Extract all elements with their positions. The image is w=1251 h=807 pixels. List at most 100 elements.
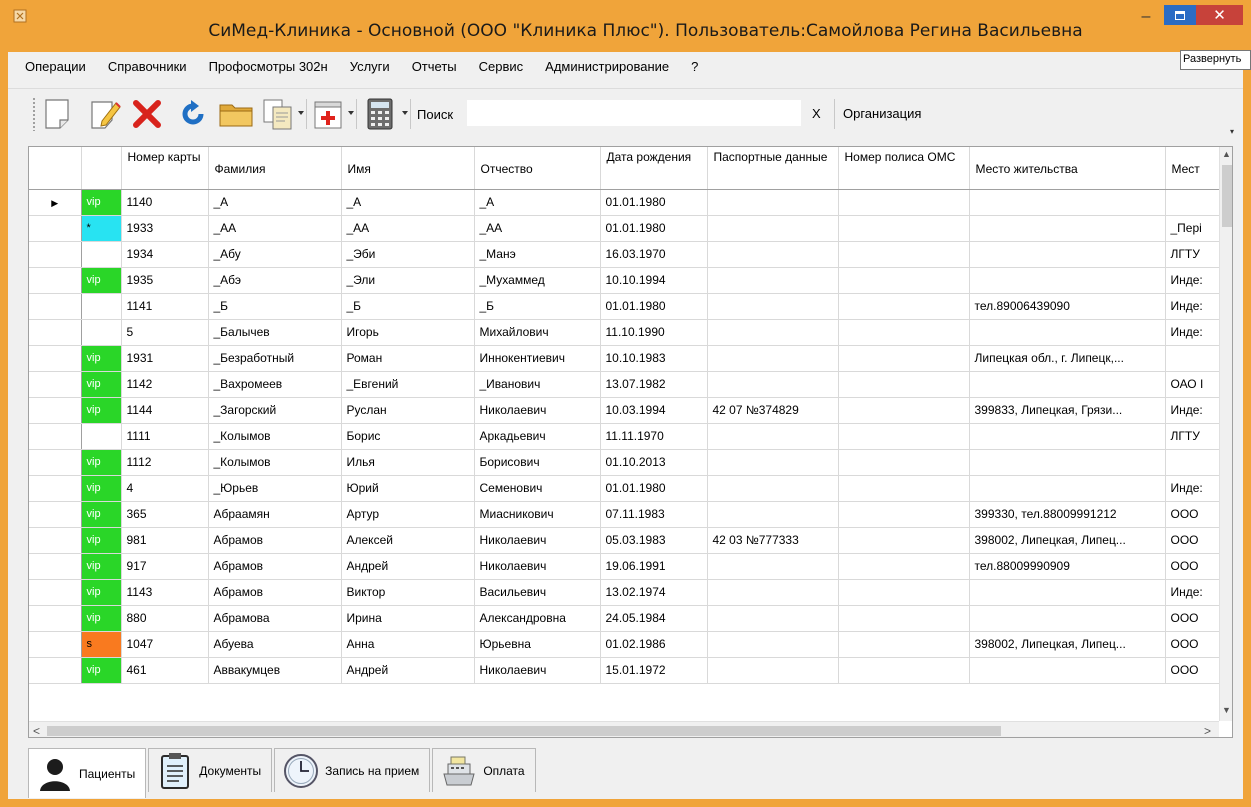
row-header-cell[interactable]: [29, 215, 82, 242]
menu-help[interactable]: ?: [680, 56, 709, 78]
cell-last-name[interactable]: Абрамов: [208, 527, 342, 554]
cell-workplace[interactable]: ОАО I: [1165, 371, 1226, 398]
cell-passport[interactable]: [707, 293, 839, 320]
cell-address[interactable]: [969, 605, 1166, 632]
cell-oms-policy[interactable]: [838, 319, 970, 346]
row-header-cell[interactable]: [29, 475, 82, 502]
edit-button[interactable]: [86, 96, 124, 132]
calculator-dropdown-arrow[interactable]: [402, 111, 408, 115]
status-badge[interactable]: vip: [81, 475, 122, 502]
cell-oms-policy[interactable]: [838, 293, 970, 320]
status-badge[interactable]: [81, 423, 122, 450]
status-badge[interactable]: vip: [81, 501, 122, 528]
cell-middle-name[interactable]: Николаевич: [474, 527, 601, 554]
table-row[interactable]: vip 917 Абрамов Андрей Николаевич 19.06.1991 т…: [29, 553, 1226, 580]
cell-oms-policy[interactable]: [838, 579, 970, 606]
status-badge[interactable]: [81, 241, 122, 268]
table-row[interactable]: vip 880 Абрамова Ирина Александровна 24.05.19…: [29, 605, 1226, 632]
cell-first-name[interactable]: _Эби: [341, 241, 475, 268]
cell-oms-policy[interactable]: [838, 449, 970, 476]
table-row[interactable]: vip 1143 Абрамов Виктор Васильевич 13.02.1974…: [29, 579, 1226, 606]
cell-workplace[interactable]: Инде:: [1165, 475, 1226, 502]
cell-birth-date[interactable]: 19.06.1991: [600, 553, 708, 580]
cell-workplace[interactable]: [1165, 345, 1226, 372]
menu-operations[interactable]: Операции: [14, 56, 97, 78]
cell-birth-date[interactable]: 13.02.1974: [600, 579, 708, 606]
cell-passport[interactable]: [707, 423, 839, 450]
row-header-cell[interactable]: [29, 371, 82, 398]
row-header-cell[interactable]: [29, 241, 82, 268]
cell-last-name[interactable]: _Загорский: [208, 397, 342, 424]
cell-birth-date[interactable]: 01.01.1980: [600, 189, 708, 216]
cell-passport[interactable]: [707, 501, 839, 528]
cell-card-number[interactable]: 1112: [121, 449, 209, 476]
cell-last-name[interactable]: _Колымов: [208, 449, 342, 476]
cell-middle-name[interactable]: _Б: [474, 293, 601, 320]
cell-workplace[interactable]: ООО: [1165, 553, 1226, 580]
cell-passport[interactable]: [707, 553, 839, 580]
status-badge[interactable]: [81, 293, 122, 320]
cell-middle-name[interactable]: _АА: [474, 215, 601, 242]
cell-passport[interactable]: [707, 267, 839, 294]
tab-appointment[interactable]: Запись на прием: [274, 748, 431, 792]
table-row[interactable]: vip 1144 _Загорский Руслан Николаевич 10.03.1…: [29, 397, 1226, 424]
row-header-cell[interactable]: [29, 605, 82, 632]
cell-first-name[interactable]: Илья: [341, 449, 475, 476]
cell-oms-policy[interactable]: [838, 267, 970, 294]
cell-workplace[interactable]: ООО: [1165, 605, 1226, 632]
cell-address[interactable]: Липецкая обл., г. Липецк,...: [969, 345, 1166, 372]
cell-middle-name[interactable]: Миасникович: [474, 501, 601, 528]
cell-address[interactable]: 399833, Липецкая, Грязи...: [969, 397, 1166, 424]
cell-oms-policy[interactable]: [838, 241, 970, 268]
cell-middle-name[interactable]: Юрьевна: [474, 631, 601, 658]
cell-last-name[interactable]: _Юрьев: [208, 475, 342, 502]
cell-workplace[interactable]: _Пері: [1165, 215, 1226, 242]
cell-workplace[interactable]: Инде:: [1165, 293, 1226, 320]
horizontal-scroll-thumb[interactable]: [47, 726, 1001, 736]
cell-first-name[interactable]: _А: [341, 189, 475, 216]
calculator-button[interactable]: [360, 96, 400, 132]
cell-last-name[interactable]: Абуева: [208, 631, 342, 658]
cell-birth-date[interactable]: 10.03.1994: [600, 397, 708, 424]
cell-card-number[interactable]: 981: [121, 527, 209, 554]
cell-middle-name[interactable]: _Мухаммед: [474, 267, 601, 294]
cell-birth-date[interactable]: 11.11.1970: [600, 423, 708, 450]
cell-birth-date[interactable]: 01.01.1980: [600, 215, 708, 242]
delete-button[interactable]: [128, 96, 166, 132]
cell-card-number[interactable]: 1144: [121, 397, 209, 424]
cell-address[interactable]: 398002, Липецкая, Липец...: [969, 527, 1166, 554]
cell-passport[interactable]: [707, 345, 839, 372]
cell-workplace[interactable]: Инде:: [1165, 319, 1226, 346]
cell-last-name[interactable]: _Безработный: [208, 345, 342, 372]
row-header-cell[interactable]: [29, 631, 82, 658]
vertical-scrollbar[interactable]: ▲ ▼: [1219, 147, 1232, 721]
cell-birth-date[interactable]: 01.02.1986: [600, 631, 708, 658]
cell-birth-date[interactable]: 15.01.1972: [600, 657, 708, 684]
cell-card-number[interactable]: 1935: [121, 267, 209, 294]
cell-address[interactable]: [969, 423, 1166, 450]
cell-address[interactable]: [969, 579, 1166, 606]
cell-passport[interactable]: [707, 215, 839, 242]
cell-last-name[interactable]: _Абэ: [208, 267, 342, 294]
column-workplace[interactable]: Мест: [1165, 147, 1226, 190]
close-button[interactable]: ✕: [1196, 5, 1243, 25]
cell-workplace[interactable]: ЛГТУ: [1165, 423, 1226, 450]
cell-passport[interactable]: [707, 371, 839, 398]
cell-last-name[interactable]: Абрамов: [208, 579, 342, 606]
cell-birth-date[interactable]: 10.10.1994: [600, 267, 708, 294]
toolbar-grip[interactable]: [32, 97, 36, 131]
cell-card-number[interactable]: 917: [121, 553, 209, 580]
status-badge[interactable]: vip: [81, 397, 122, 424]
cell-workplace[interactable]: Инде:: [1165, 579, 1226, 606]
cell-card-number[interactable]: 1047: [121, 631, 209, 658]
cell-first-name[interactable]: Андрей: [341, 553, 475, 580]
cell-middle-name[interactable]: Николаевич: [474, 553, 601, 580]
cell-last-name[interactable]: _Абу: [208, 241, 342, 268]
cell-passport[interactable]: [707, 579, 839, 606]
cell-first-name[interactable]: Роман: [341, 345, 475, 372]
table-row[interactable]: vip 1112 _Колымов Илья Борисович 01.10.2013: [29, 449, 1226, 476]
title-bar[interactable]: СиМед-Клиника - Основной (ООО "Клиника П…: [0, 0, 1251, 52]
cell-card-number[interactable]: 1933: [121, 215, 209, 242]
cell-workplace[interactable]: ООО: [1165, 527, 1226, 554]
table-row[interactable]: vip 981 Абрамов Алексей Николаевич 05.03.1983…: [29, 527, 1226, 554]
